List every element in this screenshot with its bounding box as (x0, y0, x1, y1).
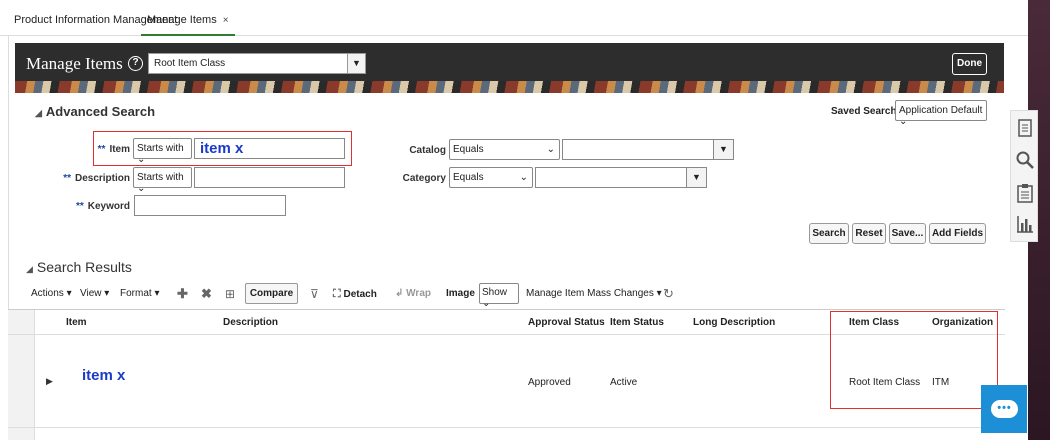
collapse-triangle-icon[interactable]: ◢ (26, 264, 33, 275)
chat-button[interactable]: ••• (981, 385, 1027, 433)
view-menu[interactable]: View ▾ (80, 285, 109, 303)
catalog-label: Catalog (409, 145, 446, 156)
detach-button[interactable]: ⛶ Detach (333, 285, 377, 304)
chat-dots: ••• (997, 402, 1012, 414)
document-icon[interactable] (1016, 119, 1034, 139)
caret-down-icon: ▾ (104, 288, 110, 299)
description-operator-select[interactable]: Starts with ⌄ (133, 167, 192, 194)
column-header-item-status[interactable]: Item Status (610, 317, 664, 328)
highlight-box-item-search (93, 131, 352, 166)
chevron-down-icon: ⌄ (137, 183, 146, 194)
format-menu[interactable]: Format ▾ (120, 285, 159, 303)
banner-decoration (15, 81, 1004, 93)
description-label: ** Description (62, 173, 130, 184)
format-label: Format (120, 288, 152, 299)
cell-approval-status: Approved (528, 377, 571, 388)
keyword-label: ** Keyword (72, 201, 130, 212)
required-marker: ** (63, 173, 71, 184)
saved-search-value: Application Default (899, 105, 983, 116)
caret-down-icon: ▾ (66, 288, 72, 299)
expand-row-icon[interactable]: ▶ (46, 376, 53, 387)
view-label: View (80, 288, 102, 299)
close-icon[interactable]: × (223, 15, 229, 26)
column-header-approval-status[interactable]: Approval Status (528, 317, 605, 328)
search-button[interactable]: Search (809, 223, 849, 244)
tab-strip: Product Information Management Manage It… (0, 0, 1050, 36)
description-operator-value: Starts with (137, 172, 184, 183)
save-button[interactable]: Save... (889, 223, 926, 244)
collapse-triangle-icon[interactable]: ◢ (35, 108, 42, 119)
filter-icon[interactable]: ⊽ (310, 285, 319, 303)
chevron-down-icon: ⌄ (546, 144, 555, 155)
add-fields-button[interactable]: Add Fields (929, 223, 986, 244)
tab-manage-items-label: Manage Items (147, 14, 217, 26)
category-label: Category (402, 173, 446, 184)
wrap-label: Wrap (406, 288, 431, 299)
mass-changes-label: Manage Item Mass Changes (526, 288, 654, 299)
column-header-description[interactable]: Description (223, 317, 278, 328)
catalog-combo[interactable]: ▼ (562, 139, 734, 160)
tab-manage-items[interactable]: Manage Items × (141, 0, 235, 36)
cell-item-status: Active (610, 377, 638, 388)
actions-menu[interactable]: Actions ▾ (31, 285, 72, 303)
chevron-down-icon: ⌄ (519, 172, 528, 183)
caret-down-icon: ▾ (154, 288, 160, 299)
advanced-search-header[interactable]: ◢ Advanced Search (35, 104, 155, 119)
mass-changes-menu[interactable]: Manage Item Mass Changes ▾ (526, 285, 662, 303)
column-header-long-description[interactable]: Long Description (693, 317, 775, 328)
cell-item[interactable]: item x (82, 367, 125, 384)
wrap-button[interactable]: ↲ Wrap (395, 285, 431, 303)
advanced-search-title: Advanced Search (45, 104, 156, 119)
description-input[interactable] (194, 167, 345, 188)
page-header: Manage Items ? Root Item Class ▼ Done (15, 43, 1004, 93)
help-icon[interactable]: ? (128, 56, 143, 71)
chevron-down-icon: ⌄ (899, 116, 908, 127)
search-icon[interactable] (1016, 151, 1034, 171)
required-marker: ** (75, 201, 84, 212)
column-header-item[interactable]: Item (66, 317, 87, 328)
chevron-down-icon: ⌄ (482, 298, 491, 309)
actions-label: Actions (31, 288, 64, 299)
reset-button[interactable]: Reset (852, 223, 886, 244)
search-results-title: Search Results (36, 259, 132, 275)
delete-icon[interactable]: ✖ (201, 285, 212, 303)
row-divider (8, 427, 1005, 428)
item-class-select[interactable]: Root Item Class ▼ (148, 53, 366, 74)
detach-icon: ⛶ (333, 288, 341, 300)
keyword-label-text: Keyword (87, 201, 130, 212)
search-results-header[interactable]: ◢ Search Results (26, 259, 132, 275)
edit-grid-icon[interactable]: ⊞ (225, 285, 235, 303)
image-show-value: Show (482, 287, 508, 298)
highlight-box-item-class-organization (830, 311, 998, 409)
keyword-input[interactable] (134, 195, 286, 216)
saved-search-label: Saved Search (831, 106, 897, 117)
image-label: Image (446, 288, 475, 299)
category-combo[interactable]: ▼ (535, 167, 707, 188)
category-operator-value: Equals (453, 172, 484, 183)
catalog-operator-value: Equals (453, 144, 484, 155)
chat-icon: ••• (991, 400, 1018, 418)
refresh-icon[interactable]: ↻ (663, 285, 674, 303)
description-label-text: Description (74, 173, 130, 184)
image-show-select[interactable]: Show ⌄ (479, 283, 519, 309)
clipboard-icon[interactable] (1016, 183, 1034, 203)
saved-search-select[interactable]: Application Default ⌄ (895, 100, 987, 127)
compare-button[interactable]: Compare (245, 283, 298, 304)
chevron-down-icon[interactable]: ▼ (713, 140, 733, 159)
side-panel (1010, 110, 1038, 242)
item-class-value: Root Item Class (154, 58, 226, 69)
category-operator-select[interactable]: Equals ⌄ (449, 167, 533, 188)
detach-label: Detach (343, 289, 377, 300)
wrap-icon: ↲ (395, 288, 404, 299)
bar-chart-icon[interactable] (1016, 215, 1034, 235)
chevron-down-icon[interactable]: ▼ (686, 168, 706, 187)
caret-down-icon: ▾ (656, 288, 662, 299)
catalog-operator-select[interactable]: Equals ⌄ (449, 139, 560, 160)
add-icon[interactable]: ✚ (177, 285, 188, 303)
done-button[interactable]: Done (952, 53, 987, 75)
chevron-down-icon[interactable]: ▼ (347, 54, 365, 73)
page-title: Manage Items (26, 54, 123, 73)
